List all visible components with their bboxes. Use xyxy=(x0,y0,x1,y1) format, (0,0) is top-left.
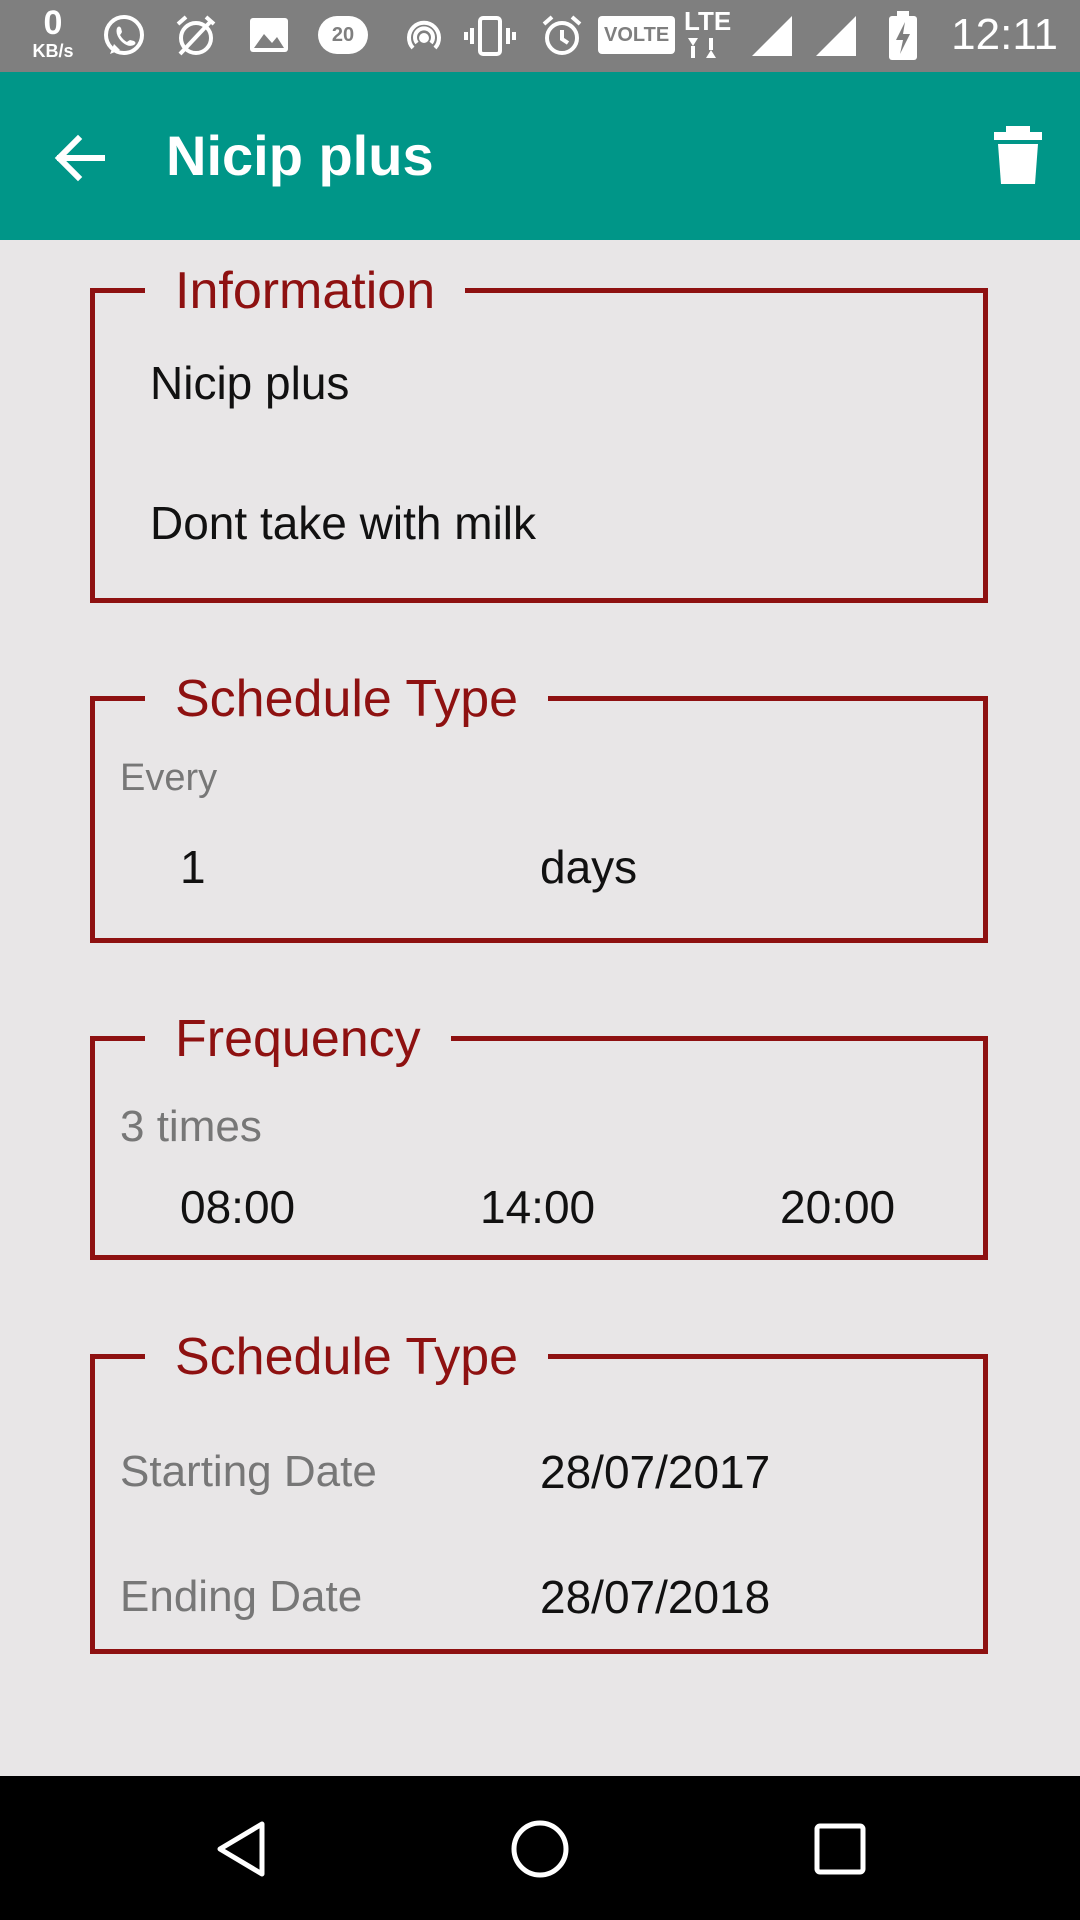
schedule-type-legend: Schedule Type xyxy=(145,669,549,729)
schedule-type-card: Schedule Type Every 1 days xyxy=(90,669,988,943)
interval-unit: days xyxy=(540,841,638,893)
delete-icon[interactable] xyxy=(982,118,1054,190)
nav-back-icon[interactable] xyxy=(206,1814,276,1884)
app-bar: Nicip plus xyxy=(0,72,1080,240)
starting-date-label: Starting Date xyxy=(120,1447,377,1496)
data-arrows-icon xyxy=(688,38,716,58)
image-icon xyxy=(250,18,288,52)
alarm-icon xyxy=(542,15,582,55)
ending-date-label: Ending Date xyxy=(120,1572,363,1621)
volte-badge: VOLTE xyxy=(598,16,676,54)
dates-legend: Schedule Type xyxy=(145,1327,549,1387)
net-speed-indicator: 0 KB/s xyxy=(28,6,78,62)
medicine-name: Nicip plus xyxy=(150,357,350,409)
notification-count-badge: 20 xyxy=(318,16,368,54)
page-title: Nicip plus xyxy=(166,124,434,187)
status-bar: 0 KB/s 20 VOLTE LTE 12:11 xyxy=(0,0,1080,72)
whatsapp-icon xyxy=(104,15,144,55)
every-label: Every xyxy=(120,757,218,799)
interval-count: 1 xyxy=(180,841,206,893)
information-card: Information Nicip plus Dont take with mi… xyxy=(90,261,988,603)
nav-recents-icon[interactable] xyxy=(805,1814,875,1884)
medicine-note: Dont take with milk xyxy=(150,497,537,549)
starting-date-value: 28/07/2017 xyxy=(540,1446,771,1498)
signal-icon xyxy=(752,16,792,56)
dose-time-1: 08:00 xyxy=(180,1181,296,1233)
net-speed-unit: KB/s xyxy=(32,41,74,61)
information-legend: Information xyxy=(145,261,466,321)
ending-date-value: 28/07/2018 xyxy=(540,1571,771,1623)
battery-charging-icon xyxy=(889,11,917,60)
times-per-day: 3 times xyxy=(120,1102,262,1151)
nav-home-icon[interactable] xyxy=(505,1814,575,1884)
net-speed-value: 0 xyxy=(43,4,63,42)
frequency-legend: Frequency xyxy=(145,1009,451,1069)
arrow-back-icon[interactable] xyxy=(44,122,116,194)
dose-time-2: 14:00 xyxy=(480,1181,596,1233)
vibrate-icon xyxy=(464,16,516,56)
alarm-off-icon xyxy=(176,15,216,56)
lte-label: LTE xyxy=(684,6,732,36)
dose-time-3: 20:00 xyxy=(780,1181,896,1233)
hotspot-icon xyxy=(407,20,441,50)
dates-card: Schedule Type Starting Date 28/07/2017 E… xyxy=(90,1327,988,1654)
frequency-card: Frequency 3 times 08:00 14:00 20:00 xyxy=(90,1009,988,1260)
navigation-bar xyxy=(0,1776,1080,1920)
status-time: 12:11 xyxy=(951,10,1058,59)
signal-icon-2 xyxy=(816,16,856,56)
